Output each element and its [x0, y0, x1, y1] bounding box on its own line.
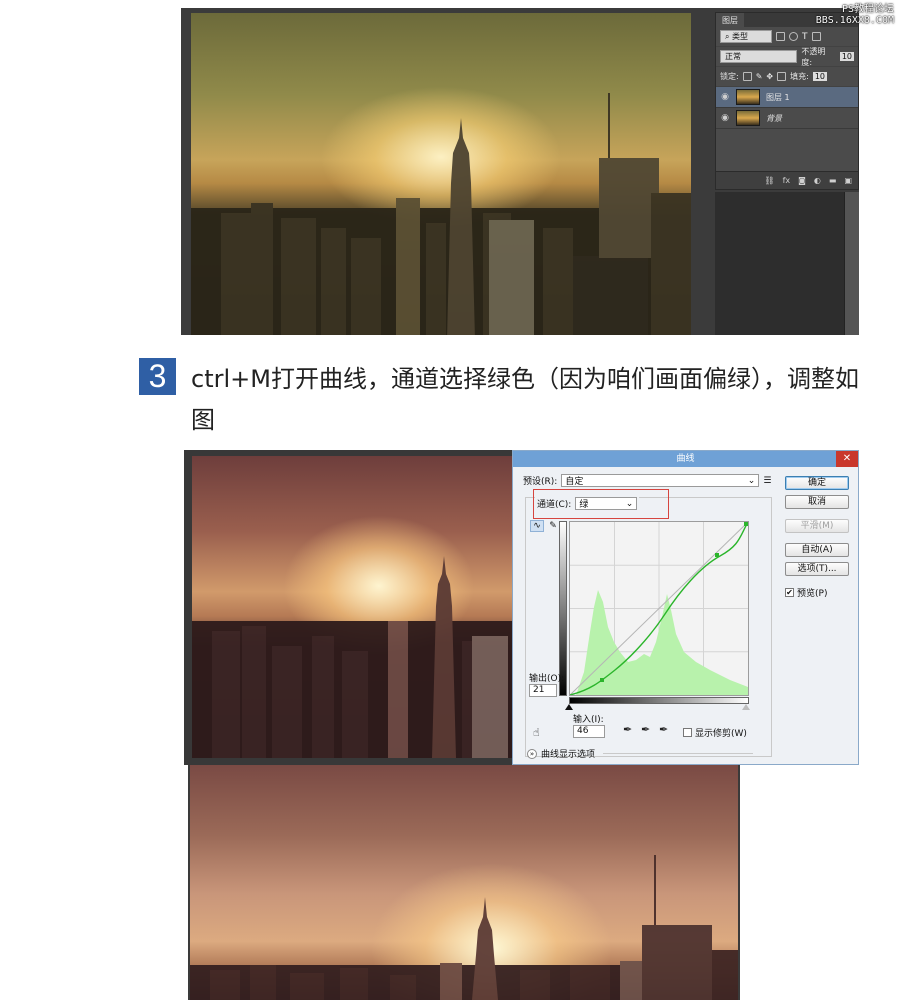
watermark-line-1: PS教程论坛 [841, 4, 894, 15]
curve-point-tool-icon[interactable]: ∿ [530, 520, 544, 532]
curve-display-options-toggle[interactable]: » 曲线显示选项 [527, 747, 754, 760]
gray-eyedropper-icon[interactable]: ✒ [641, 723, 650, 736]
folder-icon[interactable]: ▬ [829, 176, 837, 185]
city-photo-during [192, 456, 514, 758]
layer-filter-select[interactable]: ⌕ 类型 [720, 30, 772, 43]
curve-point[interactable] [744, 522, 748, 526]
input-label: 输入(I): [573, 715, 604, 725]
options-button[interactable]: 选项(T)... [785, 562, 849, 576]
preview-checkbox[interactable]: ✔ 预览(P) [785, 586, 827, 599]
adjustment-icon[interactable]: ◐ [814, 176, 821, 185]
preset-menu-icon[interactable]: ☰ [763, 476, 771, 486]
fx-icon[interactable]: fx [783, 176, 791, 185]
preset-select[interactable]: 自定 ⌄ [561, 474, 760, 487]
photoshop-screenshot: 图层 ⌕ 类型 T 正常 不透明度: 10 锁定: ✎ ✥ 填充: 10 ◉ 图… [181, 8, 859, 335]
lock-all-icon[interactable] [777, 72, 787, 81]
link-icon[interactable]: ⛓ [764, 176, 774, 185]
layers-tab[interactable]: 图层 [716, 13, 744, 27]
smooth-button[interactable]: 平滑(M) [785, 519, 849, 533]
checkbox-box[interactable]: ✔ [785, 588, 794, 597]
channel-highlight-box [533, 489, 669, 519]
black-point-slider[interactable] [565, 704, 573, 710]
output-gradient-bar [559, 521, 567, 696]
output-label: 输出(O): [529, 674, 565, 684]
dialog-titlebar[interactable]: 曲线 ✕ [513, 451, 858, 467]
panel-scrollbar[interactable] [844, 192, 859, 335]
black-eyedropper-icon[interactable]: ✒ [623, 723, 632, 736]
filter-type-icon[interactable]: T [802, 32, 808, 42]
lock-transparency-icon[interactable] [742, 72, 752, 81]
step-number-badge: 3 [139, 358, 176, 395]
mask-icon[interactable]: ◙ [798, 176, 806, 185]
eye-icon[interactable]: ◉ [720, 113, 730, 123]
fill-value[interactable]: 10 [812, 72, 827, 81]
city-skyline-before [191, 93, 691, 335]
fill-label: 填充: [790, 72, 809, 81]
filter-shape-icon[interactable] [811, 32, 821, 41]
watermark-line-2: BBS.16XX8.COM [815, 15, 894, 26]
layer-row-background[interactable]: ◉ 背景 [716, 108, 858, 129]
input-field[interactable]: 46 [573, 725, 605, 738]
layer-name: 背景 [766, 113, 782, 123]
filter-adjustment-icon[interactable] [789, 32, 798, 41]
layers-footer: ⛓ fx ◙ ◐ ▬ ▣ [716, 171, 858, 189]
layer-thumbnail [736, 89, 760, 105]
curves-screenshot: 曲线 ✕ 预设(R): 自定 ⌄ ☰ 通道(C): 绿 ⌄ ∿ ✎ 输出(O):… [184, 450, 859, 765]
new-layer-icon[interactable]: ▣ [844, 176, 852, 185]
checkbox-box[interactable] [683, 728, 692, 737]
pencil-icon[interactable]: ✎ [546, 520, 560, 532]
blend-mode-select[interactable]: 正常 [720, 50, 798, 63]
preset-value: 自定 [565, 477, 584, 487]
ok-button[interactable]: 确定 [785, 476, 849, 490]
layer-thumbnail [736, 110, 760, 126]
curve-point[interactable] [715, 553, 719, 557]
site-watermark: PS教程论坛 BBS.16XX8.COM [816, 4, 894, 26]
input-gradient-bar [569, 697, 749, 704]
lock-move-icon[interactable]: ✥ [766, 72, 773, 81]
show-clipping-checkbox[interactable]: 显示修剪(W) [683, 726, 747, 739]
preview-label: 预览(P) [797, 589, 828, 599]
city-photo-before [191, 13, 691, 335]
close-icon[interactable]: ✕ [836, 451, 858, 467]
curves-graph[interactable] [569, 521, 749, 696]
layer-row-1[interactable]: ◉ 图层 1 [716, 87, 858, 108]
preset-label: 预设(R): [523, 477, 558, 487]
white-point-slider[interactable] [742, 704, 750, 710]
white-eyedropper-icon[interactable]: ✒ [659, 723, 668, 736]
chevron-double-down-icon[interactable]: » [527, 748, 537, 759]
cancel-button[interactable]: 取消 [785, 495, 849, 509]
curve-point[interactable] [600, 678, 604, 682]
step-instruction: ctrl+M打开曲线，通道选择绿色（因为咱们画面偏绿），调整如图 [191, 365, 859, 434]
curves-dialog: 曲线 ✕ 预设(R): 自定 ⌄ ☰ 通道(C): 绿 ⌄ ∿ ✎ 输出(O):… [512, 450, 859, 765]
layers-panel: 图层 ⌕ 类型 T 正常 不透明度: 10 锁定: ✎ ✥ 填充: 10 ◉ 图… [715, 12, 859, 190]
auto-button[interactable]: 自动(A) [785, 543, 849, 557]
filter-pixel-icon[interactable] [776, 32, 785, 41]
curves-plot[interactable] [569, 521, 749, 696]
lock-paint-icon[interactable]: ✎ [756, 72, 763, 81]
dialog-title: 曲线 [676, 454, 695, 464]
city-photo-after [188, 765, 740, 1000]
layer-name: 图层 1 [766, 92, 790, 102]
lock-label: 锁定: [720, 72, 739, 81]
eye-icon[interactable]: ◉ [720, 92, 730, 102]
opacity-label: 不透明度: [801, 46, 826, 67]
city-skyline-during [192, 556, 514, 758]
layer-filter-label: 类型 [732, 32, 749, 41]
divider [603, 753, 754, 754]
search-icon: ⌕ [725, 31, 730, 41]
output-field[interactable]: 21 [529, 684, 557, 697]
opacity-value[interactable]: 10 [839, 52, 854, 61]
city-skyline-after [190, 855, 738, 1000]
chevron-down-icon: ⌄ [747, 475, 756, 486]
preset-row: 预设(R): 自定 ⌄ ☰ [523, 474, 771, 487]
panel-empty-area [715, 192, 859, 335]
curve-display-options-label: 曲线显示选项 [541, 750, 596, 760]
blend-mode-value: 正常 [725, 52, 741, 61]
on-image-adjust-icon[interactable]: ☝ [533, 726, 540, 739]
show-clipping-label: 显示修剪(W) [695, 729, 747, 739]
